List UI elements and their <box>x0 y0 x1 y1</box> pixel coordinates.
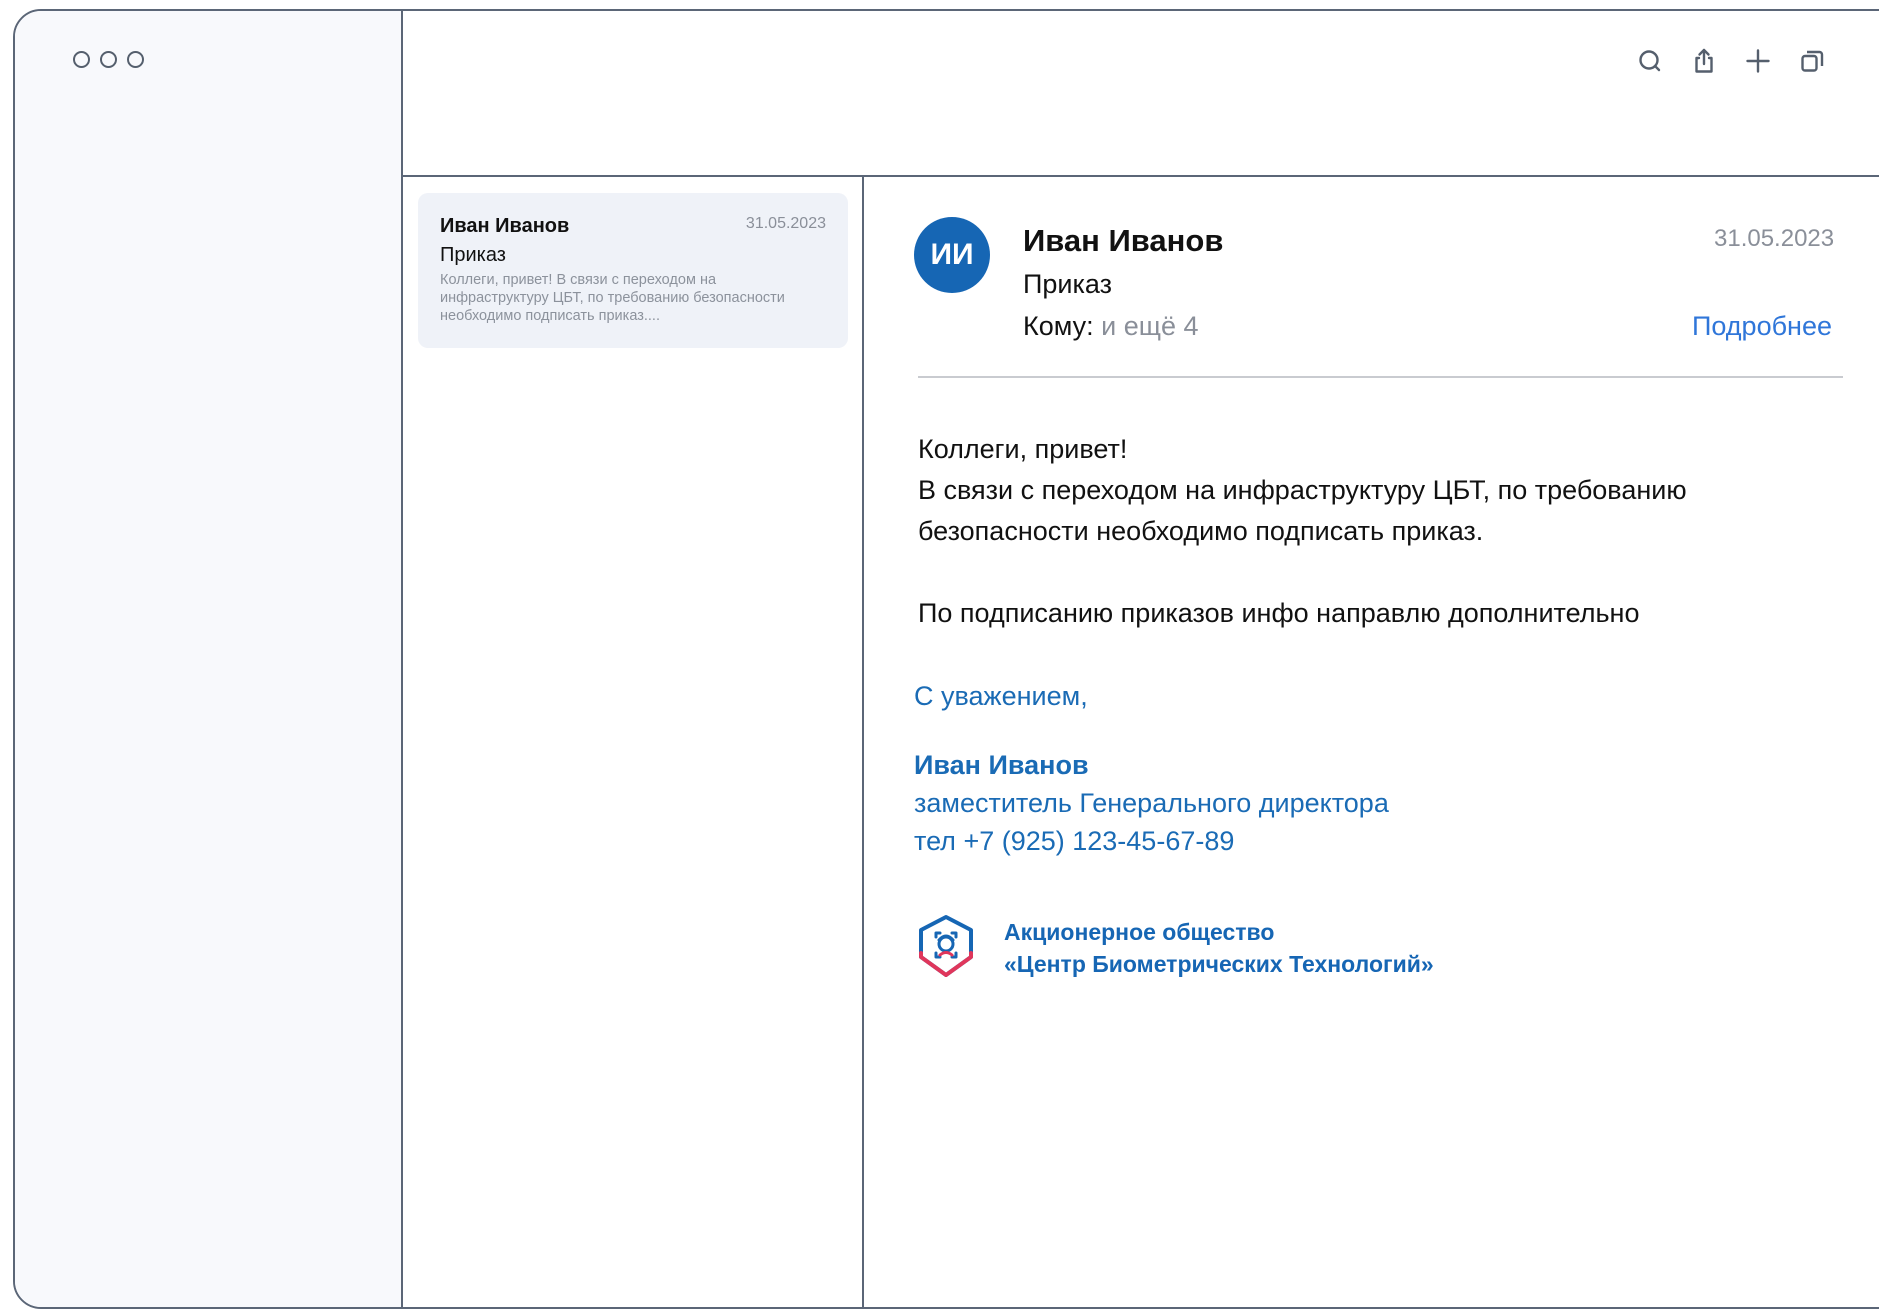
window-controls <box>73 51 144 68</box>
body-line: безопасности необходимо подписать приказ… <box>918 516 1484 546</box>
body-line: Коллеги, привет! <box>918 434 1128 464</box>
message-subject: Приказ <box>440 244 506 266</box>
message-reader: ИИ Иван Иванов 31.05.2023 Приказ Кому: и… <box>864 177 1879 1307</box>
close-window-button[interactable] <box>73 51 90 68</box>
plus-icon <box>1746 49 1770 73</box>
message-date: 31.05.2023 <box>1714 225 1835 252</box>
windows-icon <box>1801 50 1824 72</box>
details-link[interactable]: Подробнее <box>1669 311 1832 342</box>
company-name: Акционерное общество «Центр Биометрическ… <box>1004 916 1434 980</box>
share-icon <box>1695 48 1713 73</box>
tabs-overview-button[interactable] <box>1795 44 1829 78</box>
email-signature: С уважением, Иван Иванов заместитель Ген… <box>914 681 1834 857</box>
body-line: В связи с переходом на инфраструктуру ЦБ… <box>918 475 1687 505</box>
signature-role: заместитель Генерального директора <box>914 788 1389 818</box>
minimize-window-button[interactable] <box>100 51 117 68</box>
message-preview: Коллеги, привет! В связи с переходом на … <box>440 272 785 324</box>
company-name-line: «Центр Биометрических Технологий» <box>1004 951 1434 977</box>
sidebar <box>15 11 403 1307</box>
recipients-label: Кому: <box>1023 311 1094 341</box>
message-list-item[interactable]: Иван Иванов 31.05.2023 Приказ Коллеги, п… <box>418 193 848 348</box>
signature-greeting: С уважением, <box>914 681 1088 711</box>
biometric-face-logo-icon <box>919 915 973 977</box>
search-icon <box>1639 50 1661 72</box>
sender-name: Иван Иванов <box>1023 223 1224 258</box>
signature-phone[interactable]: тел +7 (925) 123-45-67-89 <box>914 826 1834 857</box>
app-window: Иван Иванов 31.05.2023 Приказ Коллеги, п… <box>13 9 1879 1309</box>
company-logo: Акционерное общество «Центр Биометрическ… <box>914 913 1434 983</box>
share-button[interactable] <box>1687 44 1721 78</box>
message-body: Коллеги, привет! В связи с переходом на … <box>918 429 1838 634</box>
message-list: Иван Иванов 31.05.2023 Приказ Коллеги, п… <box>403 177 864 1307</box>
message-date: 31.05.2023 <box>745 215 826 232</box>
toolbar <box>403 11 1879 177</box>
new-tab-button[interactable] <box>1741 44 1775 78</box>
body-line: По подписанию приказов инфо направлю доп… <box>918 598 1640 628</box>
signature-name: Иван Иванов <box>914 750 1089 780</box>
company-name-line: Акционерное общество <box>1004 919 1275 945</box>
recipients-line: Кому: и ещё 4 <box>1023 311 1199 342</box>
zoom-window-button[interactable] <box>127 51 144 68</box>
toolbar-actions <box>1633 44 1829 78</box>
header-divider <box>918 376 1843 378</box>
sender-avatar: ИИ <box>914 217 990 293</box>
message-subject: Приказ <box>1023 269 1113 299</box>
search-button[interactable] <box>1633 44 1667 78</box>
recipients-more[interactable]: и ещё 4 <box>1101 311 1198 341</box>
